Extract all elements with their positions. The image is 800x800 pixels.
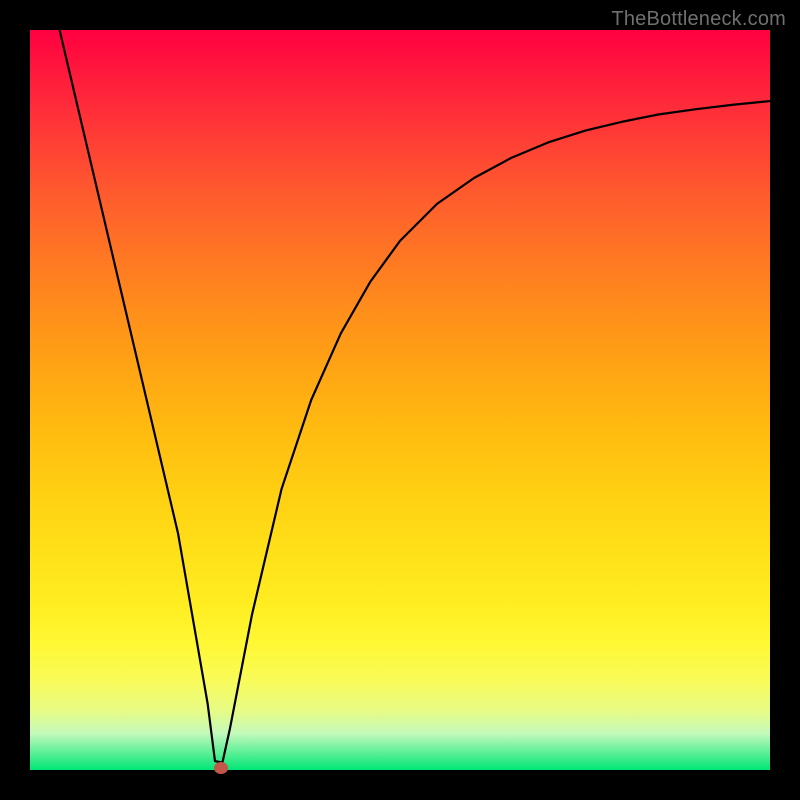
plot-area — [30, 30, 770, 770]
watermark-text: TheBottleneck.com — [611, 8, 786, 31]
curve-path — [60, 30, 770, 763]
minimum-marker-dot — [214, 762, 228, 774]
bottleneck-curve — [30, 30, 770, 770]
chart-frame: TheBottleneck.com — [0, 0, 800, 800]
